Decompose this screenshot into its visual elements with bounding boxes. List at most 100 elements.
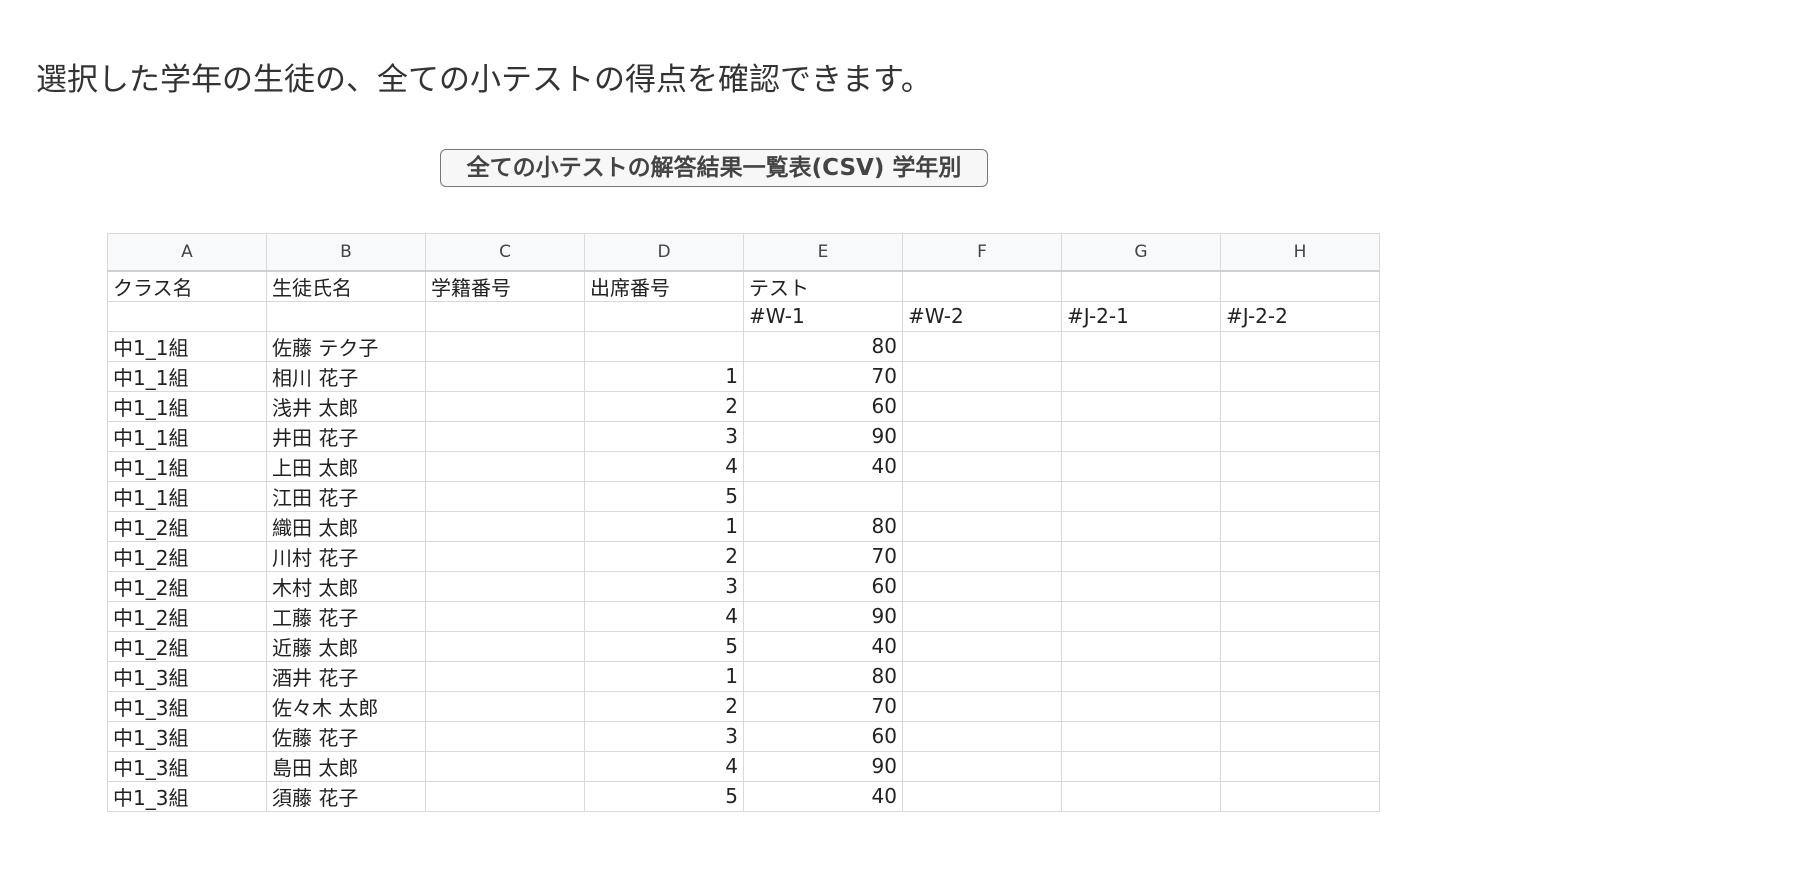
score-cell: 80 [743,510,903,542]
test-id-cell: #J-2-1 [1061,300,1221,332]
student-id-cell [425,690,585,722]
score-cell [1061,600,1221,632]
score-cell [1220,780,1380,812]
attendance-number-cell: 1 [584,510,744,542]
score-cell [1220,750,1380,782]
score-cell [902,570,1062,602]
student-id-cell [425,420,585,452]
student-id-cell [425,720,585,752]
score-cell [902,690,1062,722]
student-row: 中1_3組 佐藤 花子 3 60 [107,720,1380,752]
student-id-cell [425,780,585,812]
score-cell [1061,660,1221,692]
score-cell: 90 [743,420,903,452]
score-cell [902,660,1062,692]
test-id-cell: #W-2 [902,300,1062,332]
column-letter: D [584,233,744,272]
student-id-cell [425,450,585,482]
student-name-cell: 木村 太郎 [266,570,426,602]
column-letter: F [902,233,1062,272]
student-name-cell: 島田 太郎 [266,750,426,782]
header-cell [1061,270,1221,302]
student-name-cell: 近藤 太郎 [266,630,426,662]
attendance-number-cell: 4 [584,450,744,482]
column-letter: E [743,233,903,272]
attendance-number-cell: 2 [584,690,744,722]
student-name-cell: 佐藤 花子 [266,720,426,752]
score-cell: 60 [743,720,903,752]
student-id-cell [425,660,585,692]
score-cell: 40 [743,450,903,482]
score-cell: 60 [743,570,903,602]
student-id-cell [425,570,585,602]
spreadsheet-preview: A B C D E F G H クラス名 生徒氏名 学籍番号 出席番号 テスト … [107,233,1380,812]
attendance-number-cell: 5 [584,780,744,812]
student-row: 中1_3組 須藤 花子 5 40 [107,780,1380,812]
class-name-cell: 中1_3組 [107,660,267,692]
student-row: 中1_2組 工藤 花子 4 90 [107,600,1380,632]
score-cell: 70 [743,690,903,722]
column-letter-row: A B C D E F G H [107,233,1380,272]
attendance-number-cell: 3 [584,420,744,452]
student-row: 中1_1組 佐藤 テク子 80 [107,330,1380,362]
score-cell [1220,480,1380,512]
student-row: 中1_2組 織田 太郎 1 80 [107,510,1380,542]
score-cell [1220,390,1380,422]
student-name-cell: 江田 花子 [266,480,426,512]
score-cell [902,540,1062,572]
column-letter: H [1220,233,1380,272]
header-cell: テスト [743,270,903,302]
student-name-cell: 相川 花子 [266,360,426,392]
attendance-number-cell: 5 [584,630,744,662]
score-cell [902,480,1062,512]
student-row: 中1_3組 佐々木 太郎 2 70 [107,690,1380,722]
score-cell [1220,540,1380,572]
class-name-cell: 中1_1組 [107,450,267,482]
score-cell: 70 [743,360,903,392]
class-name-cell: 中1_1組 [107,360,267,392]
score-cell [902,450,1062,482]
download-csv-button[interactable]: 全ての小テストの解答結果一覧表(CSV) 学年別 [440,149,988,187]
attendance-number-cell: 2 [584,390,744,422]
class-name-cell: 中1_1組 [107,390,267,422]
column-letter: C [425,233,585,272]
attendance-number-cell: 5 [584,480,744,512]
class-name-cell: 中1_1組 [107,480,267,512]
score-cell [1220,360,1380,392]
score-cell [1220,330,1380,362]
score-cell [902,750,1062,782]
score-cell [1061,540,1221,572]
header-cell [425,300,585,332]
class-name-cell: 中1_2組 [107,600,267,632]
header-cell [584,300,744,332]
student-name-cell: 川村 花子 [266,540,426,572]
attendance-number-cell: 3 [584,720,744,752]
student-id-cell [425,600,585,632]
score-cell: 90 [743,750,903,782]
score-cell: 40 [743,780,903,812]
student-name-cell: 佐藤 テク子 [266,330,426,362]
score-cell [1061,330,1221,362]
attendance-number-cell [584,330,744,362]
student-name-cell: 工藤 花子 [266,600,426,632]
score-cell [1220,600,1380,632]
class-name-cell: 中1_1組 [107,420,267,452]
column-letter: A [107,233,267,272]
student-row: 中1_3組 島田 太郎 4 90 [107,750,1380,782]
student-id-cell [425,330,585,362]
attendance-number-cell: 4 [584,750,744,782]
class-name-cell: 中1_2組 [107,630,267,662]
score-cell [1220,720,1380,752]
score-cell [902,600,1062,632]
header-cell: 学籍番号 [425,270,585,302]
score-cell [902,510,1062,542]
header-cell: 生徒氏名 [266,270,426,302]
score-cell: 60 [743,390,903,422]
student-row: 中1_1組 井田 花子 3 90 [107,420,1380,452]
sheet-body: クラス名 生徒氏名 学籍番号 出席番号 テスト #W-1 #W-2 #J-2-1… [107,270,1380,812]
student-name-cell: 織田 太郎 [266,510,426,542]
class-name-cell: 中1_3組 [107,750,267,782]
score-cell [1061,780,1221,812]
student-row: 中1_1組 江田 花子 5 [107,480,1380,512]
score-cell [1061,570,1221,602]
